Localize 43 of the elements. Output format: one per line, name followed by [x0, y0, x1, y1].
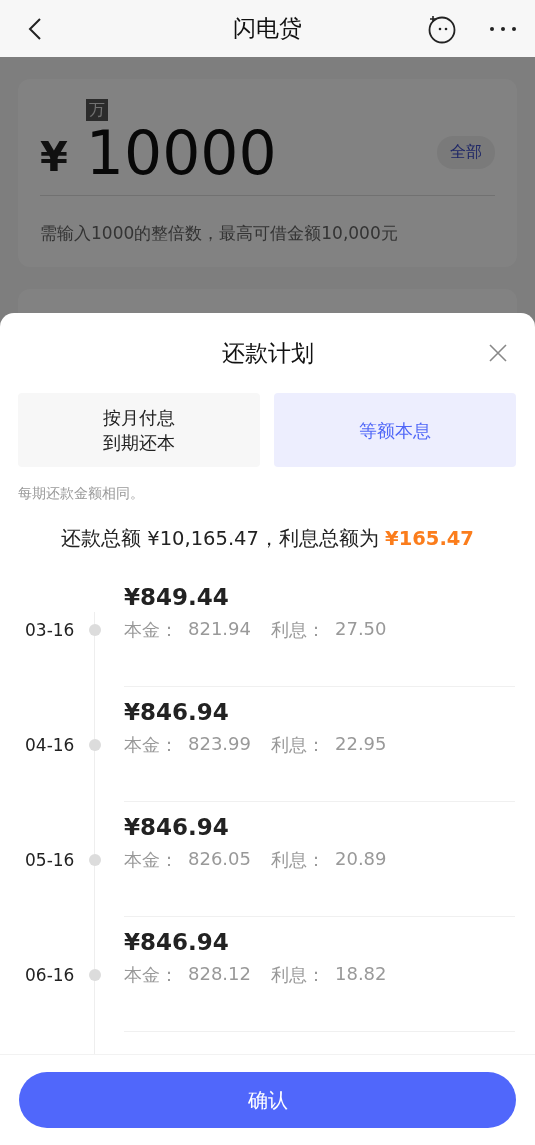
unit-tooltip: 万 [85, 99, 108, 121]
interest-label: 利息： [271, 848, 325, 872]
interest-label: 利息： [271, 733, 325, 757]
principal-label: 本金： [124, 618, 178, 642]
installment-amount: ¥846.94 [124, 929, 230, 955]
all-button[interactable]: 全部 [437, 136, 495, 169]
principal-value: 823.99 [188, 733, 251, 756]
interest-value: 22.95 [335, 733, 387, 756]
back-icon[interactable] [28, 16, 42, 41]
principal-value: 826.05 [188, 848, 251, 871]
smiley-icon[interactable] [427, 13, 457, 44]
interest-value: 20.89 [335, 848, 387, 871]
installment-amount: ¥849.44 [124, 584, 230, 610]
principal-label: 本金： [124, 963, 178, 987]
installment-amount: ¥846.94 [124, 814, 230, 840]
due-date: 03-16 [25, 619, 76, 640]
plan-option[interactable]: 等额本息 [274, 393, 516, 467]
close-icon[interactable] [489, 344, 507, 362]
more-icon[interactable] [489, 25, 517, 32]
timeline-dot [89, 738, 101, 751]
interest-value: 27.50 [335, 618, 387, 641]
amount-hint: 需输入1000的整倍数，最高可借金额10,000元 [40, 222, 399, 245]
principal-value: 828.12 [188, 963, 251, 986]
timeline-dot [89, 623, 101, 636]
interest-label: 利息： [271, 618, 325, 642]
timeline-dot [89, 968, 101, 981]
due-date: 06-16 [25, 964, 76, 985]
due-date: 05-16 [25, 849, 76, 870]
interest-label: 利息： [271, 963, 325, 987]
plan-option[interactable]: 按月付息 到期还本 [18, 393, 260, 467]
sheet-title: 还款计划 [221, 338, 314, 368]
due-date: 04-16 [25, 734, 76, 755]
timeline-dot [89, 853, 101, 866]
page-title: 闪电贷 [232, 14, 303, 43]
confirm-button[interactable]: 确认 [19, 1072, 516, 1128]
principal-label: 本金： [124, 848, 178, 872]
installment-amount: ¥846.94 [124, 699, 230, 725]
principal-value: 821.94 [188, 618, 251, 641]
interest-value: 18.82 [335, 963, 387, 986]
plan-note: 每期还款金额相同。 [17, 484, 145, 503]
currency-symbol: ¥ [40, 137, 68, 182]
repayment-summary: 还款总额 ¥10,165.47，利息总额为 ¥165.47 [60, 526, 475, 552]
principal-label: 本金： [124, 733, 178, 757]
